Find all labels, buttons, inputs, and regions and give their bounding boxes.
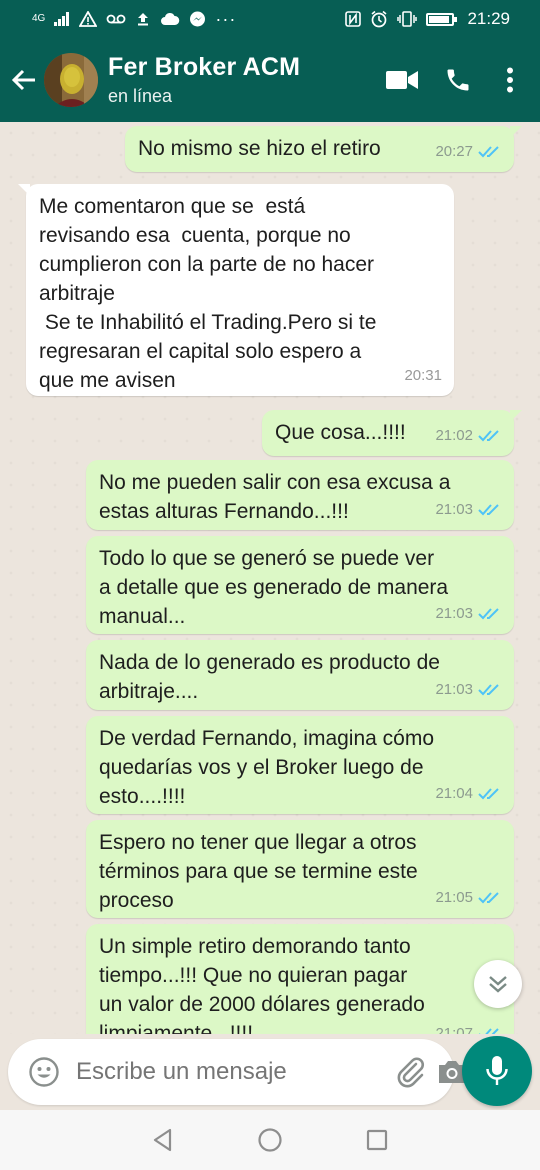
nav-recents-icon: [366, 1129, 387, 1151]
read-ticks-icon: [478, 683, 499, 695]
read-ticks-icon: [478, 1027, 499, 1034]
message-time: 20:31: [404, 367, 442, 384]
message-bubble[interactable]: Me comentaron que se está revisando esa …: [18, 184, 454, 396]
status-bar: 4G ··· 21:29: [0, 0, 540, 38]
signal-icon: [54, 12, 70, 26]
read-ticks-icon: [478, 503, 499, 515]
message-bubble[interactable]: No mismo se hizo el retiro 20:27: [125, 126, 522, 172]
message-time: 21:02: [435, 427, 473, 444]
message-time: 21:04: [435, 785, 473, 802]
message-bubble[interactable]: Que cosa...!!!! 21:02: [262, 410, 522, 456]
more-vert-icon: [507, 67, 513, 93]
nav-home-button[interactable]: [250, 1120, 290, 1160]
contact-name: Fer Broker ACM: [108, 53, 301, 81]
contact-info[interactable]: Fer Broker ACM en línea: [108, 53, 374, 107]
battery-icon: [426, 12, 458, 26]
emoji-button[interactable]: [28, 1051, 60, 1093]
message-bubble[interactable]: No me pueden salir con esa excusa a esta…: [86, 460, 514, 530]
attach-button[interactable]: [394, 1051, 428, 1093]
voice-record-button[interactable]: [462, 1036, 532, 1106]
double-chevron-down-icon: [489, 976, 507, 993]
message-time: 20:27: [435, 143, 473, 160]
message-bubble[interactable]: Nada de lo generado es producto de arbit…: [86, 640, 514, 710]
nav-home-icon: [258, 1128, 282, 1152]
composer-bar: [0, 1034, 540, 1110]
nfc-icon: [345, 11, 362, 27]
warning-icon: [79, 11, 98, 27]
emoji-icon: [29, 1057, 59, 1087]
message-time: 21:03: [435, 501, 473, 518]
message-bubble[interactable]: Un simple retiro demorando tanto tiempo.…: [86, 924, 514, 1034]
voice-call-button[interactable]: [430, 50, 486, 110]
paperclip-icon: [397, 1057, 424, 1088]
message-input[interactable]: [76, 1058, 386, 1086]
message-time: 21:07: [435, 1025, 473, 1034]
microphone-icon: [486, 1056, 508, 1085]
phone-icon: [447, 69, 469, 91]
message-bubble[interactable]: De verdad Fernando, imagina cómo quedarí…: [86, 716, 514, 814]
nav-recents-button[interactable]: [357, 1120, 397, 1160]
network-type-label: 4G: [32, 13, 46, 24]
read-ticks-icon: [478, 145, 499, 157]
voicemail-icon: [106, 14, 126, 24]
messenger-icon: [190, 11, 206, 26]
more-notifications-icon: ···: [215, 9, 237, 29]
vibrate-icon: [397, 11, 418, 27]
clock: 21:29: [467, 9, 510, 28]
message-bubble[interactable]: Espero no tener que llegar a otros térmi…: [86, 820, 514, 918]
nav-back-button[interactable]: [143, 1120, 183, 1160]
back-arrow-icon: [11, 69, 35, 91]
scroll-to-bottom-button[interactable]: [474, 960, 522, 1008]
back-button[interactable]: [2, 50, 46, 110]
message-text: Me comentaron que se está revisando esa …: [39, 195, 377, 392]
message-list[interactable]: No mismo se hizo el retiro 20:27 Me come…: [0, 122, 540, 1034]
read-ticks-icon: [478, 891, 499, 903]
system-nav-bar: [0, 1110, 540, 1170]
alarm-icon: [371, 10, 387, 28]
composer: [8, 1039, 465, 1105]
cloud-icon: [161, 12, 180, 25]
read-ticks-icon: [478, 787, 499, 799]
nav-back-icon: [154, 1128, 172, 1152]
message-time: 21:03: [435, 681, 473, 698]
avatar[interactable]: [44, 53, 98, 107]
message-time: 21:03: [435, 605, 473, 622]
chat-header: Fer Broker ACM en línea: [0, 38, 540, 122]
upload-icon: [138, 13, 149, 26]
message-bubble[interactable]: Todo lo que se generó se puede ver a det…: [86, 536, 514, 634]
video-call-icon: [386, 71, 418, 89]
read-ticks-icon: [478, 429, 499, 441]
read-ticks-icon: [478, 607, 499, 619]
message-time: 21:05: [435, 889, 473, 906]
contact-status: en línea: [108, 86, 173, 106]
more-options-button[interactable]: [486, 50, 534, 110]
video-call-button[interactable]: [374, 50, 430, 110]
